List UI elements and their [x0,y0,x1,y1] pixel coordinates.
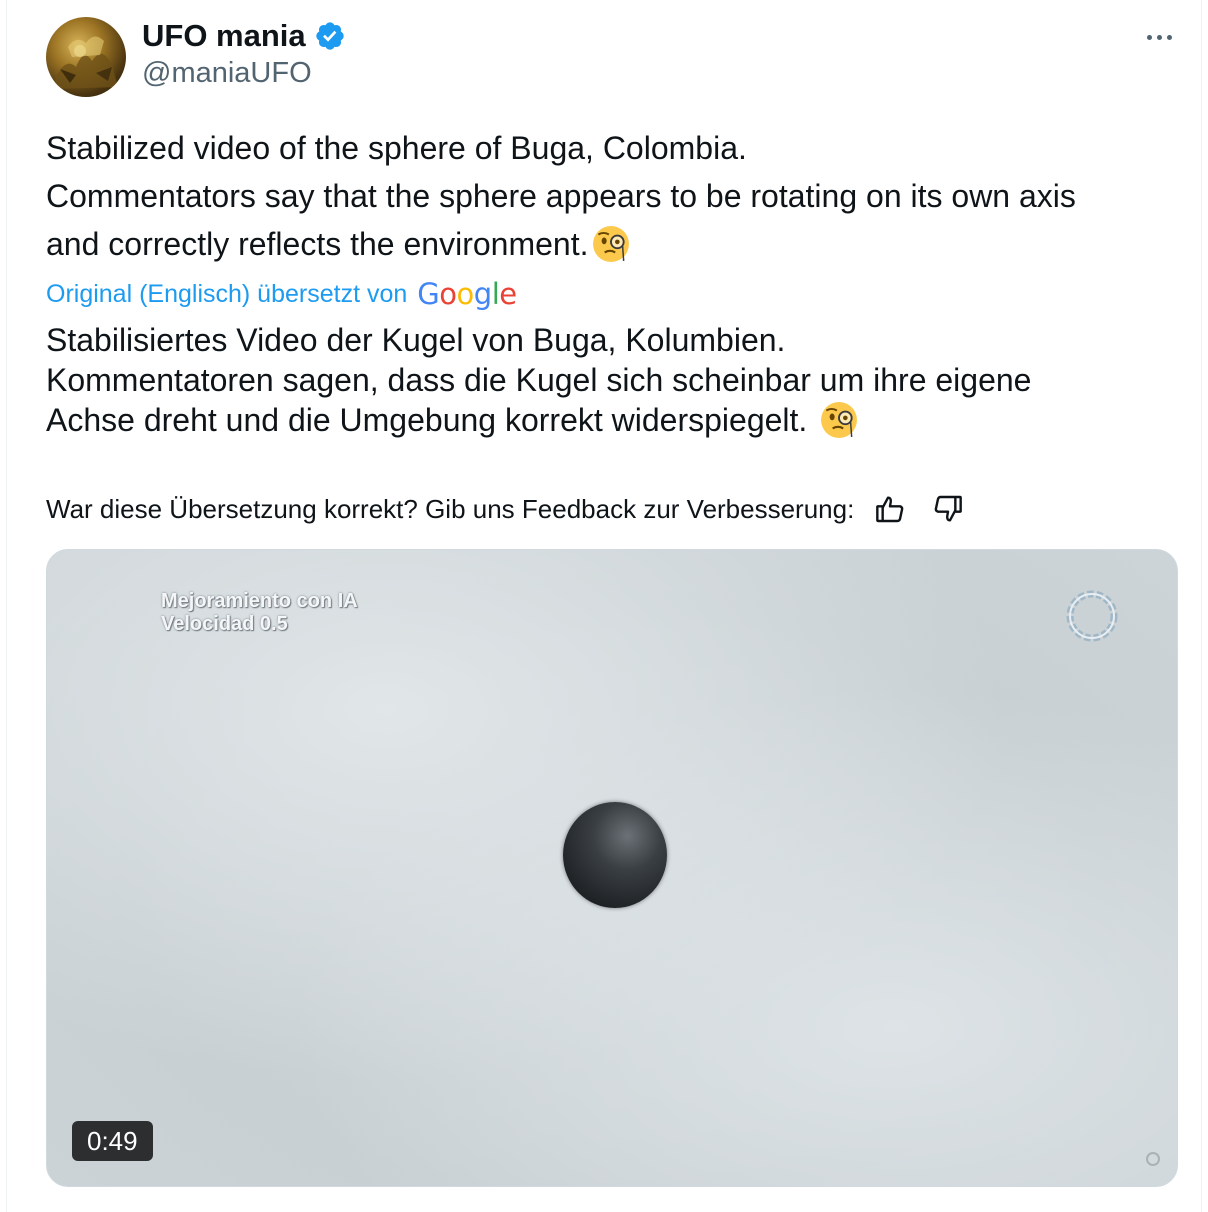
thumbs-down-icon[interactable] [928,489,968,529]
verified-badge-icon [315,22,344,50]
author-handle[interactable]: @maniaUFO [142,57,312,90]
tweet-text-line: Stabilisiertes Video der Kugel von Buga,… [46,322,786,358]
google-logo: Google [417,277,517,311]
avatar[interactable] [46,17,126,97]
video-frame-sphere [563,802,667,908]
video-duration-badge: 0:49 [72,1121,153,1161]
video-overlay-line: Mejoramiento con IA [161,590,358,612]
video-overlay-caption: Mejoramiento con IA Velocidad 0.5 [161,590,358,636]
translation-attribution: Original (Englisch) übersetzt von Google [46,274,517,314]
ellipsis-icon[interactable] [1139,24,1179,50]
tweet-text-line: and correctly reflects the environment. [46,220,1196,268]
tweet-text-line: Stabilized video of the sphere of Buga, … [46,130,747,166]
tweet-text-line-content: and correctly reflects the environment. [46,226,589,262]
video-player[interactable]: Mejoramiento con IA Velocidad 0.5 0:49 [46,549,1178,1187]
tweet-text-original: Stabilized video of the sphere of Buga, … [46,124,1196,268]
video-overlay-line: Velocidad 0.5 [161,613,288,635]
author-name-row: UFO mania [142,16,346,56]
feedback-prompt: War diese Übersetzung korrekt? Gib uns F… [46,493,855,524]
loading-indicator-icon [1146,1152,1160,1166]
author-display-name[interactable]: UFO mania [142,18,306,54]
show-original-link[interactable]: Original (Englisch) übersetzt von [46,280,407,309]
face-with-monocle-emoji-icon [593,226,630,262]
tweet-card: UFO mania @maniaUFO Stabilized video of … [6,0,1202,1212]
tweet-text-line: Kommentatoren sagen, dass die Kugel sich… [46,362,1032,398]
tweet-text-line: Achse dreht und die Umgebung korrekt wid… [46,400,1196,440]
tweet-text-line: Commentators say that the sphere appears… [46,178,1076,214]
tweet-text-line-content: Achse dreht und die Umgebung korrekt wid… [46,402,808,438]
translation-feedback: War diese Übersetzung korrekt? Gib uns F… [46,488,986,530]
ring-logo-icon [1066,590,1118,642]
avatar-image [54,36,118,89]
thumbs-up-icon[interactable] [870,489,910,529]
tweet-text-translated: Stabilisiertes Video der Kugel von Buga,… [46,320,1196,440]
face-with-monocle-emoji-icon [821,402,858,438]
